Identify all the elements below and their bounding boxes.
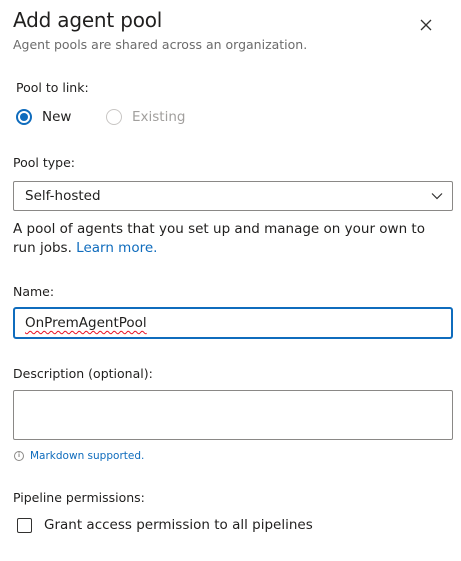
dialog-title: Add agent pool (13, 8, 163, 32)
radio-existing-indicator[interactable] (106, 109, 122, 125)
description-label: Description (optional): (13, 366, 153, 381)
pipeline-permissions-label: Pipeline permissions: (13, 490, 145, 505)
pool-type-label: Pool type: (13, 155, 75, 170)
chevron-down-icon (431, 193, 443, 200)
grant-access-checkbox-row[interactable]: Grant access permission to all pipelines (17, 517, 313, 533)
dialog-subtitle: Agent pools are shared across an organiz… (13, 37, 308, 52)
radio-existing[interactable]: Existing (106, 109, 185, 125)
grant-access-checkbox[interactable] (17, 517, 32, 533)
pool-type-value: Self-hosted (25, 188, 101, 204)
description-textarea[interactable] (13, 390, 453, 440)
close-icon (420, 19, 432, 31)
radio-new[interactable]: New (16, 109, 71, 125)
radio-new-indicator[interactable] (16, 109, 32, 125)
pool-type-dropdown-toggle[interactable] (422, 182, 452, 210)
pool-type-description-text: A pool of agents that you set up and man… (13, 221, 425, 256)
name-input-value: OnPremAgentPool (25, 315, 147, 331)
info-icon: i (14, 451, 24, 461)
close-button[interactable] (414, 13, 438, 37)
grant-access-checkbox-label: Grant access permission to all pipelines (44, 517, 313, 533)
name-input[interactable]: OnPremAgentPool (13, 307, 453, 339)
name-label: Name: (13, 284, 55, 299)
pool-type-select[interactable]: Self-hosted (13, 181, 453, 211)
pool-type-description: A pool of agents that you set up and man… (13, 220, 433, 258)
learn-more-link[interactable]: Learn more. (76, 240, 157, 256)
pool-to-link-label: Pool to link: (16, 80, 89, 95)
radio-new-label: New (42, 109, 72, 125)
add-agent-pool-panel: Add agent pool Agent pools are shared ac… (0, 0, 461, 561)
markdown-hint-text: Markdown supported. (30, 450, 145, 462)
markdown-hint: i Markdown supported. (14, 450, 144, 462)
radio-existing-label: Existing (132, 109, 186, 125)
